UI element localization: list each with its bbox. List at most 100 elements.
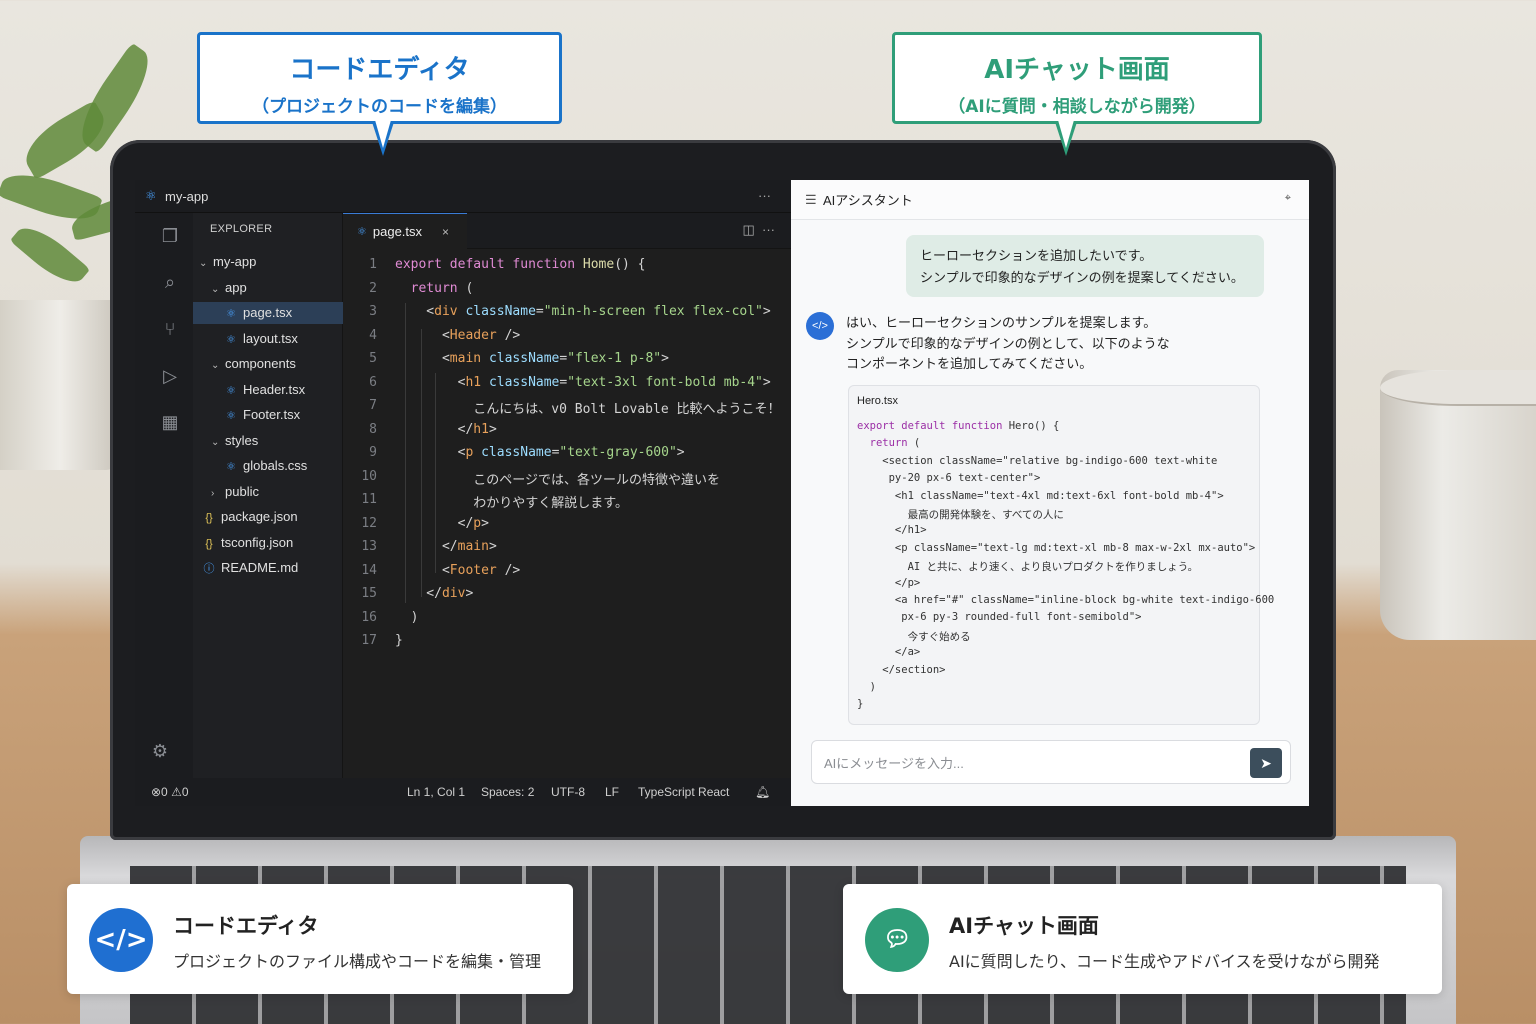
- code-line: <Footer />: [395, 562, 521, 578]
- file-icon: {}: [205, 537, 213, 550]
- indentation[interactable]: Spaces: 2: [481, 785, 534, 799]
- code-line: </div>: [395, 586, 474, 601]
- code-line: <p className="text-gray-600">: [395, 445, 685, 460]
- cursor-position[interactable]: Ln 1, Col 1: [407, 785, 465, 799]
- tree-item[interactable]: ⚛ layout.tsx: [193, 328, 343, 350]
- line-number: 7: [369, 398, 377, 413]
- code-line: </main>: [395, 539, 497, 554]
- split-editor-icon[interactable]: ◫: [742, 222, 754, 237]
- line-number: 6: [369, 374, 377, 390]
- menu-icon[interactable]: ☰: [805, 192, 817, 208]
- snippet-code-line: 今すぐ始める: [857, 630, 971, 643]
- code-line: export default function Home() {: [395, 257, 646, 272]
- tree-item[interactable]: ⚛ Header.tsx: [193, 379, 343, 401]
- snippet-code-line: return (: [869, 437, 921, 450]
- more-icon[interactable]: ···: [758, 188, 771, 203]
- send-button[interactable]: ➤: [1250, 748, 1282, 778]
- settings-gear-icon[interactable]: ⚙: [149, 740, 171, 762]
- source-control-icon[interactable]: ⑂: [159, 318, 181, 340]
- editor-card-desc: プロジェクトのファイル構成やコードを編集・管理: [173, 952, 542, 971]
- user-message-line: ヒーローセクションを追加したいです。: [920, 248, 1153, 263]
- explorer-header: EXPLORER: [210, 223, 273, 235]
- search-icon[interactable]: ⌕: [159, 271, 181, 293]
- tree-item-label: tsconfig.json: [221, 534, 294, 550]
- react-icon: ⚛: [145, 188, 157, 203]
- chevron-icon: ⌄: [211, 436, 220, 448]
- tree-item-label: package.json: [221, 509, 298, 524]
- snippet-code-line: <section className="relative bg-indigo-6…: [857, 454, 1218, 467]
- editor-callout-title: コードエディタ: [289, 55, 470, 85]
- tree-item-label: README.md: [221, 560, 299, 575]
- code-line: <Header />: [395, 327, 521, 343]
- end-of-line[interactable]: LF: [605, 785, 619, 799]
- run-debug-icon[interactable]: ▷: [159, 365, 181, 387]
- line-number: 2: [369, 280, 377, 296]
- code-line: return (: [410, 280, 474, 296]
- snippet-code-line: 最高の開発体験を、すべての人に: [857, 509, 1064, 521]
- code-snippet[interactable]: Hero.tsx export default function Hero() …: [848, 385, 1274, 725]
- tree-item[interactable]: ⌄ styles: [193, 430, 343, 452]
- tree-item[interactable]: ⚛ globals.css: [193, 455, 343, 477]
- code-line: }: [395, 633, 403, 648]
- chevron-icon: ⌄: [199, 258, 208, 269]
- chat-callout: AIチャット画面 （AIに質問・相談しながら開発）: [892, 32, 1262, 124]
- line-number: 1: [369, 257, 377, 272]
- snippet-code-line: </a>: [857, 646, 921, 659]
- line-number: 5: [369, 351, 377, 366]
- tree-item[interactable]: {} tsconfig.json: [193, 532, 343, 554]
- problems-indicator[interactable]: ⊗0 ⚠0: [151, 785, 189, 799]
- code-line: </p>: [395, 515, 489, 531]
- tree-item[interactable]: ⌄ components: [193, 353, 343, 375]
- editor-titlebar: ⚛ my-app ···: [135, 180, 791, 213]
- notifications-bell-icon[interactable]: 🔔︎: [755, 785, 770, 799]
- ai-message: はい、ヒーローセクションのサンプルを提案します。 シンプルで印象的なデザインの例…: [846, 313, 1266, 375]
- tree-item[interactable]: › public: [193, 481, 343, 503]
- code-line: <h1 className="text-3xl font-bold mb-4">: [395, 374, 771, 390]
- editor-actions: ◫ ···: [742, 222, 775, 238]
- chevron-icon: ›: [211, 487, 215, 499]
- editor-callout-subtitle: （プロジェクトのコードを編集）: [252, 97, 507, 117]
- code-area[interactable]: 1 export default function Home() { 2 retur…: [343, 249, 791, 778]
- tab-bar: ⚛ page.tsx × ◫ ···: [343, 213, 791, 249]
- snippet-code-line: py-20 px-6 text-center">: [857, 472, 1041, 485]
- chat-card-desc: AIに質問したり、コード生成やアドバイスを受けながら開発: [949, 952, 1380, 971]
- line-number: 9: [369, 445, 377, 460]
- chat-callout-subtitle: （AIに質問・相談しながら開発）: [948, 97, 1206, 117]
- code-line: このページでは、各ツールの特徴や違いを: [395, 472, 721, 488]
- tree-item-label: layout.tsx: [243, 330, 298, 346]
- tree-item[interactable]: ⚛ Footer.tsx: [193, 404, 343, 426]
- files-icon[interactable]: ❐: [159, 225, 181, 247]
- file-icon: ⚛: [226, 410, 236, 422]
- line-number: 16: [361, 609, 377, 625]
- tree-item-label: globals.css: [243, 458, 308, 473]
- line-number: 15: [361, 586, 377, 601]
- chat-title: AIアシスタント: [823, 193, 913, 208]
- tree-item[interactable]: ⚛ page.tsx: [193, 302, 343, 324]
- tab-label: page.tsx: [372, 224, 423, 239]
- tree-item[interactable]: ⌄ my-app: [193, 251, 343, 273]
- code-line: <main className="flex-1 p-8">: [395, 351, 669, 366]
- line-number: 8: [369, 421, 377, 437]
- user-message-line: シンプルで印象的なデザインの例を提案してください。: [920, 270, 1244, 285]
- snippet-code-line: </h1>: [857, 524, 927, 537]
- snippet-code-line: </section>: [857, 663, 946, 676]
- tab-page-tsx[interactable]: ⚛ page.tsx ×: [343, 213, 467, 249]
- close-tab-icon[interactable]: ×: [442, 225, 449, 239]
- extensions-icon[interactable]: ▦: [159, 411, 181, 433]
- more-actions-icon[interactable]: ···: [762, 222, 775, 237]
- encoding[interactable]: UTF-8: [551, 785, 585, 799]
- chat-bubble-icon: 💬︎: [865, 908, 929, 972]
- ai-message-line: コンポーネントを追加してみてください。: [846, 356, 1093, 371]
- pin-icon[interactable]: ⌖: [1285, 192, 1291, 205]
- file-icon: ⓘ: [203, 563, 215, 575]
- tree-item[interactable]: ⓘ README.md: [193, 557, 343, 579]
- ai-avatar-icon: </>: [806, 312, 834, 340]
- message-input[interactable]: [824, 752, 1224, 774]
- language-mode[interactable]: TypeScript React: [638, 785, 729, 799]
- message-input-box: ➤: [811, 740, 1291, 784]
- send-icon: ➤: [1260, 755, 1272, 771]
- user-message: ヒーローセクションを追加したいです。 シンプルで印象的なデザインの例を提案してく…: [906, 235, 1264, 297]
- tree-item[interactable]: {} package.json: [193, 506, 343, 528]
- tree-item[interactable]: ⌄ app: [193, 277, 343, 299]
- chat-header: ☰ AIアシスタント ⌖: [791, 180, 1309, 220]
